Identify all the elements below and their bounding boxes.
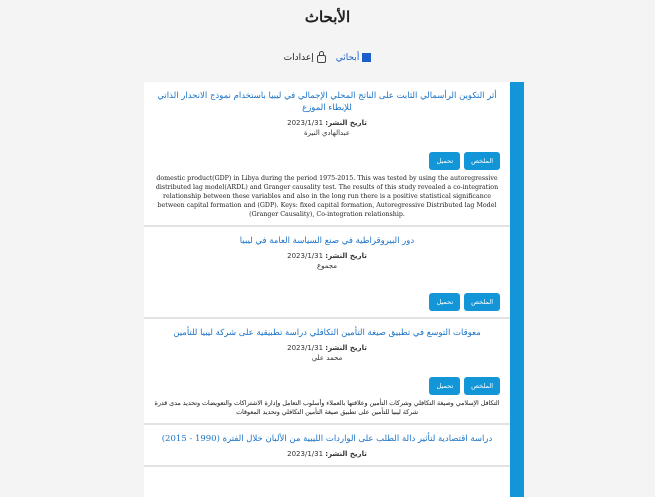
publish-date: تاريخ النشر: 2023/1/31 [152, 251, 502, 261]
tab-my-research[interactable]: أبحاثي [336, 52, 372, 63]
accent-bar [510, 82, 524, 497]
lock-icon [316, 51, 326, 63]
publish-date: تاريخ النشر: 2023/1/31 [152, 449, 502, 459]
date-value: 2023/1/31 [287, 119, 324, 127]
abstract-button[interactable]: الملخص [464, 293, 500, 311]
abstract-button[interactable]: الملخص [464, 152, 500, 170]
date-value: 2023/1/31 [287, 344, 324, 352]
research-title-link[interactable]: دور البيروقراطية في صنع السياسة العامة ف… [152, 235, 502, 247]
item-actions: الملخص تحميل [152, 293, 502, 311]
author-name: مجموع [316, 262, 338, 270]
publish-date: تاريخ النشر: 2023/1/31 [152, 118, 502, 128]
date-label: تاريخ النشر: [325, 344, 367, 352]
abstract-text: التكافل الإسلامي وصيغة التكافلي وشركات ا… [154, 400, 500, 416]
item-actions: الملخص تحميل [152, 377, 502, 395]
research-title-link[interactable]: معوقات التوسع في تطبيق صيغة التأمين التك… [152, 327, 502, 339]
research-title-link[interactable]: أثر التكوين الرأسمالي الثابت على الناتج … [152, 90, 502, 114]
research-title-link[interactable]: دراسة اقتصادية لتأثير دالة الطلب على الو… [152, 433, 502, 445]
page-title: الأبحاث [304, 8, 351, 26]
date-label: تاريخ النشر: [325, 252, 367, 260]
date-value: 2023/1/31 [287, 252, 324, 260]
abstract-text: domestic product(GDP) in Libya during th… [155, 175, 499, 218]
list-item: معوقات التوسع في تطبيق صيغة التأمين التك… [144, 319, 510, 425]
date-label: تاريخ النشر: [325, 119, 367, 127]
list-item: دور البيروقراطية في صنع السياسة العامة ف… [144, 227, 510, 319]
download-button[interactable]: تحميل [429, 377, 461, 395]
tab-label: أبحاثي [335, 52, 360, 63]
tab-bar: أبحاثي إعدادات [0, 51, 655, 63]
author-name: محمد علي [311, 354, 343, 362]
author-name: عبدالهادي النيرة [303, 129, 351, 137]
tab-label: إعدادات [283, 52, 314, 63]
document-icon [362, 53, 372, 62]
publish-date: تاريخ النشر: 2023/1/31 [152, 343, 502, 353]
download-button[interactable]: تحميل [429, 152, 461, 170]
item-actions: الملخص تحميل [152, 152, 502, 170]
research-list: أثر التكوين الرأسمالي الثابت على الناتج … [144, 82, 524, 497]
abstract-button[interactable]: الملخص [464, 377, 500, 395]
list-item: أثر التكوين الرأسمالي الثابت على الناتج … [144, 82, 510, 227]
date-value: 2023/1/31 [287, 450, 324, 458]
download-button[interactable]: تحميل [429, 293, 461, 311]
date-label: تاريخ النشر: [325, 450, 367, 458]
tab-settings[interactable]: إعدادات [283, 51, 326, 63]
list-item: دراسة اقتصادية لتأثير دالة الطلب على الو… [144, 425, 510, 467]
